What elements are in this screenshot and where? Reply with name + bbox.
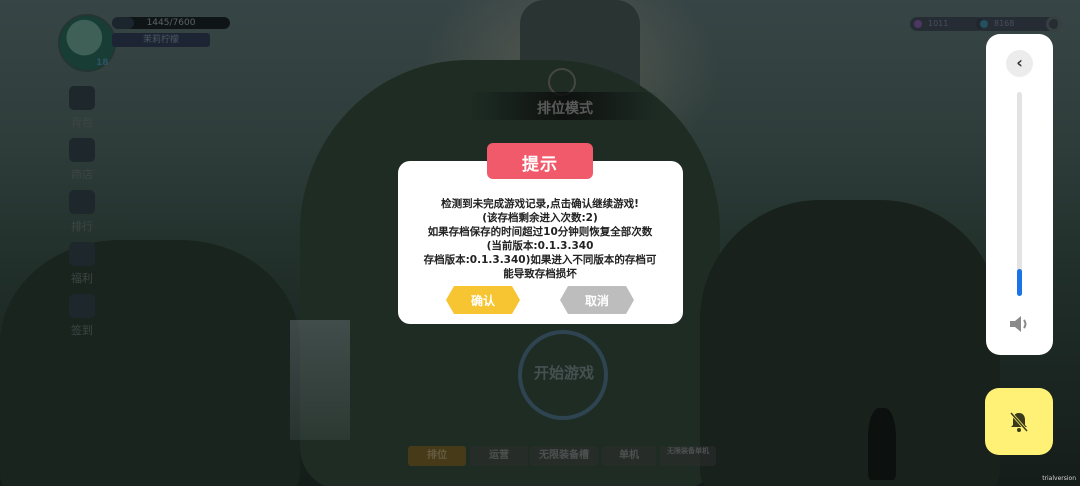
dialog-line: 能导致存档损坏 <box>503 268 577 280</box>
volume-panel: ‹ <box>986 34 1053 355</box>
cancel-button[interactable]: 取消 <box>560 286 634 314</box>
confirm-label: 确认 <box>470 294 495 308</box>
dialog-line: 存档版本:0.1.3.340)如果进入不同版本的存档可 <box>423 254 657 266</box>
dialog-title-badge: 提示 <box>487 143 593 179</box>
volume-slider[interactable] <box>1017 92 1022 296</box>
volume-slider-fill <box>1017 269 1022 296</box>
dialog-line: (当前版本:0.1.3.340 <box>486 240 594 252</box>
speaker-icon[interactable] <box>1008 314 1032 334</box>
dialog-line: (该存档剩余进入次数:2) <box>482 212 598 224</box>
dialog-title: 提示 <box>522 155 558 175</box>
dialog-line: 检测到未完成游戏记录,点击确认继续游戏! <box>441 198 639 210</box>
dialog-message: 检测到未完成游戏记录,点击确认继续游戏! (该存档剩余进入次数:2) 如果存档保… <box>405 197 675 281</box>
trial-version-label: trialversion <box>1042 475 1076 482</box>
dialog-line: 如果存档保存的时间超过10分钟则恢复全部次数 <box>427 226 653 238</box>
bell-off-icon <box>1009 412 1029 432</box>
confirm-button[interactable]: 确认 <box>446 286 520 314</box>
cancel-label: 取消 <box>584 294 609 308</box>
chevron-left-icon[interactable]: ‹ <box>1006 50 1033 77</box>
mute-notifications-button[interactable] <box>985 388 1053 455</box>
